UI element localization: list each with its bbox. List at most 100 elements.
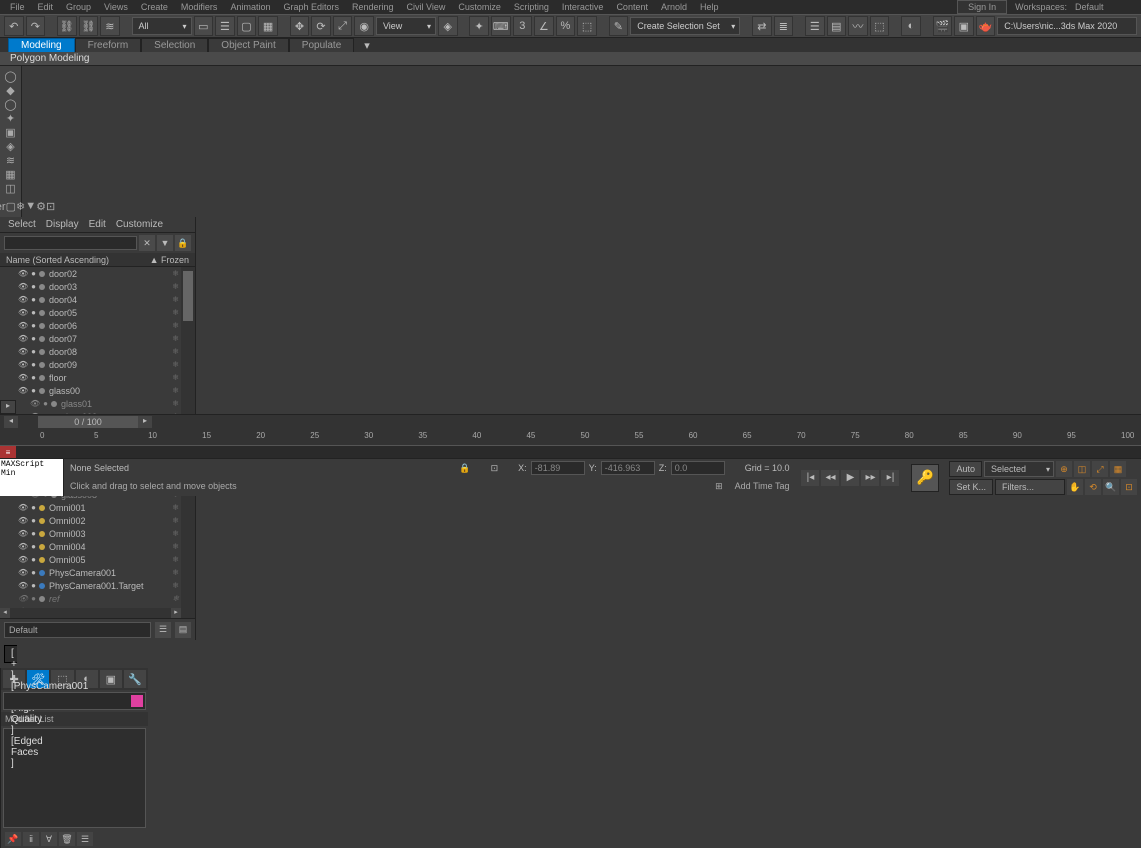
menu-scripting[interactable]: Scripting [508, 2, 555, 12]
filter-selset-icon[interactable]: ▼ [25, 196, 36, 216]
nav-icon-3[interactable]: ⤢ [1092, 461, 1108, 477]
menu-rendering[interactable]: Rendering [346, 2, 400, 12]
display-all-icon[interactable]: ◯ [0, 70, 21, 83]
keyfilters-button[interactable]: Filters... [995, 479, 1065, 495]
setkey-button[interactable]: Set K... [949, 479, 993, 495]
scene-item-Omni005[interactable]: 👁●Omni005❄ [0, 553, 195, 566]
motion-tab[interactable]: ◐ [76, 670, 98, 688]
ribbon-expand-icon[interactable]: ▾ [360, 39, 374, 52]
key-filter-dropdown[interactable]: Selected [984, 461, 1054, 477]
configure-sets-icon[interactable]: ☰ [77, 832, 93, 846]
percent-snap-button[interactable]: % [556, 16, 576, 36]
set-key-big-button[interactable]: 🔑 [911, 464, 939, 492]
scene-item-Omni004[interactable]: 👁●Omni004❄ [0, 540, 195, 553]
bind-spacewarp-button[interactable]: ≋ [100, 16, 120, 36]
link-button[interactable]: ⛓ [57, 16, 77, 36]
nav-icon-7[interactable]: 🔍 [1103, 479, 1119, 495]
time-ruler[interactable]: 0510152025303540455055606570758085909510… [0, 429, 1141, 445]
scene-explorer-toggle[interactable]: ▸ [0, 400, 16, 414]
scene-item-floor[interactable]: 👁●floor❄ [0, 371, 195, 384]
viewport-label[interactable]: [ + ] [PhysCamera001 ] [High Quality ] [… [5, 646, 17, 662]
refcoord-dropdown[interactable]: View [376, 17, 436, 35]
scene-tab-customize[interactable]: Customize [116, 219, 163, 230]
spinner-snap-button[interactable]: ⬚ [577, 16, 597, 36]
render-button[interactable]: 🫖 [976, 16, 996, 36]
lock-selection-icon[interactable]: 🔒 [459, 463, 470, 474]
clear-search-icon[interactable]: ✕ [139, 235, 155, 251]
autokey-button[interactable]: Auto [949, 461, 982, 477]
column-name-header[interactable]: Name (Sorted Ascending) [6, 255, 109, 265]
x-input[interactable] [531, 461, 585, 475]
time-slider-handle[interactable]: 0 / 100 [38, 416, 138, 428]
prev-frame-button[interactable]: ◂◂ [821, 470, 839, 486]
menu-grapheditors[interactable]: Graph Editors [277, 2, 345, 12]
rotate-button[interactable]: ⟳ [311, 16, 331, 36]
scene-item-Omni002[interactable]: 👁●Omni002❄ [0, 514, 195, 527]
goto-end-button[interactable]: ▸| [881, 470, 899, 486]
scene-search-input[interactable] [4, 236, 137, 250]
align-button[interactable]: ≣ [774, 16, 794, 36]
undo-button[interactable]: ↶ [4, 16, 24, 36]
angle-snap-button[interactable]: ∠ [534, 16, 554, 36]
window-crossing-button[interactable]: ▦ [258, 16, 278, 36]
menu-content[interactable]: Content [610, 2, 654, 12]
pin-stack-icon[interactable]: 📌 [5, 832, 21, 846]
make-unique-icon[interactable]: ∀ [41, 832, 57, 846]
remove-modifier-icon[interactable]: 🗑 [59, 832, 75, 846]
display-lights-icon[interactable]: ✦ [0, 112, 21, 125]
material-editor-button[interactable]: ◐ [901, 16, 921, 36]
filter-lock-icon[interactable]: ⊡ [46, 196, 55, 216]
schematic-button[interactable]: ⬚ [870, 16, 890, 36]
scene-item-door07[interactable]: 👁●door07❄ [0, 332, 195, 345]
layer-explorer-button[interactable]: ☰ [805, 16, 825, 36]
menu-arnold[interactable]: Arnold [655, 2, 693, 12]
goto-start-button[interactable]: |◂ [801, 470, 819, 486]
add-time-tag[interactable]: Add Time Tag [735, 481, 790, 491]
curve-editor-button[interactable]: 〰 [848, 16, 868, 36]
scene-item-door08[interactable]: 👁●door08❄ [0, 345, 195, 358]
scene-item-door03[interactable]: 👁●door03❄ [0, 280, 195, 293]
active-layer-dropdown[interactable]: Default [4, 622, 151, 638]
nav-icon-2[interactable]: ◫ [1074, 461, 1090, 477]
next-frame-button[interactable]: ▸▸ [861, 470, 879, 486]
rect-region-button[interactable]: ▢ [237, 16, 257, 36]
snap-button[interactable]: 3 [513, 16, 533, 36]
display-groups-icon[interactable]: ▦ [0, 168, 21, 181]
nav-icon-8[interactable]: ⊡ [1121, 479, 1137, 495]
time-handle-right[interactable]: ▸ [138, 416, 152, 428]
z-input[interactable] [671, 461, 725, 475]
isolate-icon[interactable]: ⊡ [491, 463, 499, 474]
scene-item-door06[interactable]: 👁●door06❄ [0, 319, 195, 332]
modifier-list-dropdown[interactable]: Modifier List [1, 712, 148, 726]
scene-item-door04[interactable]: 👁●door04❄ [0, 293, 195, 306]
layer-button2[interactable]: ▤ [175, 622, 191, 638]
menu-customize[interactable]: Customize [452, 2, 507, 12]
unlink-button[interactable]: ⛓ [79, 16, 99, 36]
modifier-stack[interactable] [3, 728, 146, 828]
display-geometry-icon[interactable]: ◆ [0, 84, 21, 97]
timetag-icon[interactable]: ⊞ [715, 481, 723, 492]
play-button[interactable]: ▶ [841, 470, 859, 486]
scene-item-PhysCamera001[interactable]: 👁●PhysCamera001❄ [0, 566, 195, 579]
scene-item-Omni003[interactable]: 👁●Omni003❄ [0, 527, 195, 540]
display-helpers-icon[interactable]: ◈ [0, 140, 21, 153]
workspaces-dropdown[interactable]: Default [1075, 2, 1135, 12]
ribbon-tab-modeling[interactable]: Modeling [8, 38, 75, 52]
ribbon-tab-objectpaint[interactable]: Object Paint [208, 38, 288, 52]
hierarchy-tab[interactable]: ⬚ [51, 670, 73, 688]
scene-item-door02[interactable]: 👁●door02❄ [0, 267, 195, 280]
menu-file[interactable]: File [4, 2, 31, 12]
mirror-button[interactable]: ⇄ [752, 16, 772, 36]
select-button[interactable]: ▭ [194, 16, 214, 36]
filter-tools-icon[interactable]: ⚙ [36, 196, 46, 216]
display-spacewarps-icon[interactable]: ≋ [0, 154, 21, 167]
scene-item-door09[interactable]: 👁●door09❄ [0, 358, 195, 371]
display-bone-icon[interactable]: ⬚weyer ▢ ❄ ▼ ⚙ ⊡ [0, 196, 21, 216]
render-setup-button[interactable]: 🎬 [933, 16, 953, 36]
column-frozen-header[interactable]: ▲ Frozen [150, 255, 189, 265]
toggle-ribbon-button[interactable]: ▤ [827, 16, 847, 36]
nav-icon-4[interactable]: ▦ [1110, 461, 1126, 477]
scene-item-glass01[interactable]: 👁●glass01❄ [0, 397, 195, 410]
pivot-center-button[interactable]: ◈ [438, 16, 458, 36]
redo-button[interactable]: ↷ [26, 16, 46, 36]
